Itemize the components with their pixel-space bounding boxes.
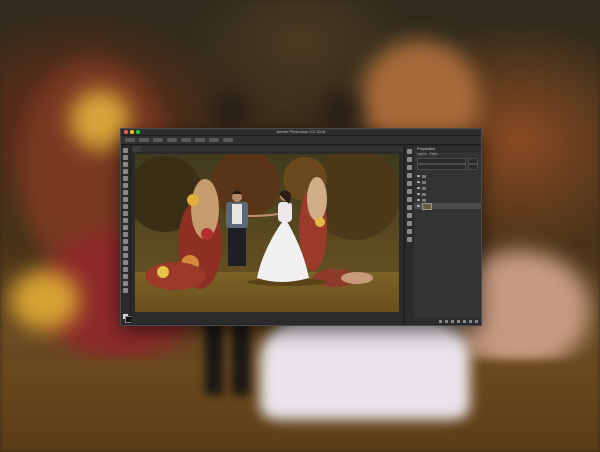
visibility-eye-icon[interactable] xyxy=(417,193,420,195)
fill-field[interactable] xyxy=(468,163,478,170)
lock-options[interactable] xyxy=(417,163,466,170)
dodge-icon[interactable] xyxy=(123,239,128,244)
layers-footer xyxy=(414,318,481,324)
clone-icon[interactable] xyxy=(123,204,128,209)
healing-icon[interactable] xyxy=(123,190,128,195)
hand-icon[interactable] xyxy=(123,274,128,279)
tab-paths[interactable]: Paths xyxy=(430,152,438,157)
visibility-eye-icon[interactable] xyxy=(417,199,420,201)
status-bar xyxy=(131,318,403,324)
layer-style-icon[interactable] xyxy=(445,319,448,323)
crop-icon[interactable] xyxy=(123,176,128,181)
blend-mode-row xyxy=(417,157,478,164)
align-center-button[interactable] xyxy=(181,138,191,142)
visibility-eye-icon[interactable] xyxy=(417,181,420,183)
visibility-eye-icon[interactable] xyxy=(417,175,420,177)
new-group-icon[interactable] xyxy=(463,319,466,323)
link-layers-icon[interactable] xyxy=(439,319,442,323)
folder-icon xyxy=(422,180,426,184)
zoom-icon[interactable] xyxy=(123,281,128,286)
layers-icon[interactable] xyxy=(407,173,412,178)
document-canvas[interactable] xyxy=(131,152,403,318)
history-brush-icon[interactable] xyxy=(123,211,128,216)
eyedropper-icon[interactable] xyxy=(123,183,128,188)
type-icon[interactable] xyxy=(123,253,128,258)
add-mask-icon[interactable] xyxy=(451,319,454,323)
move-icon[interactable] xyxy=(123,148,128,153)
title-bar: Adobe Photoshop CC 2018 xyxy=(121,129,481,136)
blur-icon[interactable] xyxy=(123,232,128,237)
wedding-photo xyxy=(135,154,399,312)
options-bar xyxy=(121,136,481,145)
character-icon[interactable] xyxy=(407,213,412,218)
layer-thumbnail xyxy=(422,202,432,210)
info-icon[interactable] xyxy=(407,229,412,234)
paths-icon[interactable] xyxy=(407,189,412,194)
more-tools-icon[interactable] xyxy=(123,288,128,293)
folder-icon xyxy=(422,174,426,178)
adjustments-icon[interactable] xyxy=(407,165,412,170)
transform-controls-checkbox[interactable] xyxy=(153,138,163,142)
history-icon[interactable] xyxy=(407,149,412,154)
paragraph-icon[interactable] xyxy=(407,221,412,226)
shape-icon[interactable] xyxy=(123,267,128,272)
adjustment-layer-icon[interactable] xyxy=(457,319,460,323)
distribute-button[interactable] xyxy=(209,138,219,142)
tab-layers[interactable]: Layers xyxy=(417,152,427,157)
path-select-icon[interactable] xyxy=(123,260,128,265)
lock-row xyxy=(417,163,478,170)
align-left-button[interactable] xyxy=(167,138,177,142)
folder-icon xyxy=(422,198,426,202)
align-right-button[interactable] xyxy=(195,138,205,142)
marquee-icon[interactable] xyxy=(123,155,128,160)
gradient-icon[interactable] xyxy=(123,225,128,230)
properties-icon[interactable] xyxy=(407,157,412,162)
lasso-icon[interactable] xyxy=(123,162,128,167)
trash-icon[interactable] xyxy=(475,319,478,323)
panel-tabs: Layers Paths xyxy=(414,152,481,157)
layer-row-selected[interactable] xyxy=(414,202,481,210)
pen-icon[interactable] xyxy=(123,246,128,251)
new-layer-icon[interactable] xyxy=(469,319,472,323)
eraser-icon[interactable] xyxy=(123,218,128,223)
quick-select-icon[interactable] xyxy=(123,169,128,174)
folder-icon xyxy=(422,192,426,196)
3d-mode-button[interactable] xyxy=(223,138,233,142)
right-panel: Properties Layers Paths xyxy=(414,146,481,324)
visibility-eye-icon[interactable] xyxy=(417,205,420,207)
channels-icon[interactable] xyxy=(407,181,412,186)
layers-list xyxy=(414,173,481,210)
navigator-icon[interactable] xyxy=(407,237,412,242)
swatches-icon[interactable] xyxy=(407,197,412,202)
photoshop-window: Adobe Photoshop CC 2018 Properties Layer… xyxy=(120,128,482,326)
window-title: Adobe Photoshop CC 2018 xyxy=(276,129,326,134)
auto-select-checkbox[interactable] xyxy=(139,138,149,142)
visibility-eye-icon[interactable] xyxy=(417,187,420,189)
folder-icon xyxy=(422,186,426,190)
tools-panel xyxy=(121,146,132,324)
brush-icon[interactable] xyxy=(123,197,128,202)
brush-settings-icon[interactable] xyxy=(407,205,412,210)
tool-preset-picker[interactable] xyxy=(125,138,135,142)
